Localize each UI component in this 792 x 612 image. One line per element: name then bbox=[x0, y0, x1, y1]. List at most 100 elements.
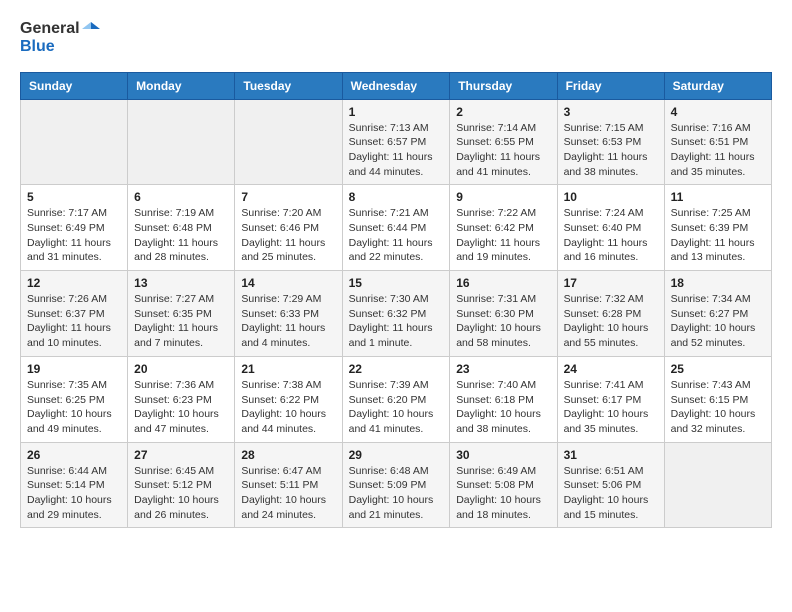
logo-bird-icon bbox=[82, 20, 100, 38]
calendar-cell: 16Sunrise: 7:31 AM Sunset: 6:30 PM Dayli… bbox=[450, 271, 557, 357]
calendar-cell: 29 Sunrise: 6:48 AM Sunset: 5:09 PM Dayli… bbox=[342, 442, 450, 528]
calendar-cell: 23 Sunrise: 7:40 AM Sunset: 6:18 PM Dayli… bbox=[450, 356, 557, 442]
calendar-cell bbox=[21, 99, 128, 185]
day-info: Sunrise: 7:41 AM Sunset: 6:17 PM Dayligh… bbox=[564, 379, 649, 435]
calendar-cell bbox=[664, 442, 771, 528]
day-info: Sunrise: 7:24 AM Sunset: 6:40 PM Dayligh… bbox=[564, 207, 648, 263]
calendar-cell: 4 Sunrise: 7:16 AM Sunset: 6:51 PM Daylig… bbox=[664, 99, 771, 185]
day-number: 20 bbox=[134, 362, 228, 376]
week-row-3: 12Sunrise: 7:26 AM Sunset: 6:37 PM Dayli… bbox=[21, 271, 772, 357]
day-info: Sunrise: 7:31 AM Sunset: 6:30 PM Dayligh… bbox=[456, 293, 541, 349]
calendar-cell: 20 Sunrise: 7:36 AM Sunset: 6:23 PM Dayli… bbox=[128, 356, 235, 442]
day-number: 30 bbox=[456, 448, 550, 462]
day-info: Sunrise: 7:27 AM Sunset: 6:35 PM Dayligh… bbox=[134, 293, 218, 349]
logo: General Blue bbox=[20, 20, 100, 56]
day-header-saturday: Saturday bbox=[664, 72, 771, 99]
calendar-cell: 1 Sunrise: 7:13 AM Sunset: 6:57 PM Daylig… bbox=[342, 99, 450, 185]
day-info: Sunrise: 6:51 AM Sunset: 5:06 PM Dayligh… bbox=[564, 465, 649, 521]
calendar-cell: 24 Sunrise: 7:41 AM Sunset: 6:17 PM Dayli… bbox=[557, 356, 664, 442]
calendar-cell: 11Sunrise: 7:25 AM Sunset: 6:39 PM Dayli… bbox=[664, 185, 771, 271]
day-number: 3 bbox=[564, 105, 658, 119]
calendar-cell bbox=[235, 99, 342, 185]
calendar-cell: 12Sunrise: 7:26 AM Sunset: 6:37 PM Dayli… bbox=[21, 271, 128, 357]
day-info: Sunrise: 7:32 AM Sunset: 6:28 PM Dayligh… bbox=[564, 293, 649, 349]
day-number: 9 bbox=[456, 190, 550, 204]
day-info: Sunrise: 7:25 AM Sunset: 6:39 PM Dayligh… bbox=[671, 207, 755, 263]
day-info: Sunrise: 7:17 AM Sunset: 6:49 PM Dayligh… bbox=[27, 207, 111, 263]
day-info: Sunrise: 6:44 AM Sunset: 5:14 PM Dayligh… bbox=[27, 465, 112, 521]
calendar-cell: 22 Sunrise: 7:39 AM Sunset: 6:20 PM Dayli… bbox=[342, 356, 450, 442]
calendar-cell: 19 Sunrise: 7:35 AM Sunset: 6:25 PM Dayli… bbox=[21, 356, 128, 442]
day-number: 27 bbox=[134, 448, 228, 462]
logo-blue: Blue bbox=[20, 38, 100, 56]
day-number: 21 bbox=[241, 362, 335, 376]
day-number: 15 bbox=[349, 276, 444, 290]
day-header-friday: Friday bbox=[557, 72, 664, 99]
day-info: Sunrise: 7:30 AM Sunset: 6:32 PM Dayligh… bbox=[349, 293, 433, 349]
day-info: Sunrise: 7:16 AM Sunset: 6:51 PM Dayligh… bbox=[671, 122, 755, 178]
day-info: Sunrise: 7:43 AM Sunset: 6:15 PM Dayligh… bbox=[671, 379, 756, 435]
week-row-1: 1 Sunrise: 7:13 AM Sunset: 6:57 PM Daylig… bbox=[21, 99, 772, 185]
day-number: 5 bbox=[27, 190, 121, 204]
calendar-cell: 7 Sunrise: 7:20 AM Sunset: 6:46 PM Daylig… bbox=[235, 185, 342, 271]
day-number: 14 bbox=[241, 276, 335, 290]
day-number: 22 bbox=[349, 362, 444, 376]
calendar-table: SundayMondayTuesdayWednesdayThursdayFrid… bbox=[20, 72, 772, 529]
calendar-cell: 27 Sunrise: 6:45 AM Sunset: 5:12 PM Dayli… bbox=[128, 442, 235, 528]
calendar-cell: 9 Sunrise: 7:22 AM Sunset: 6:42 PM Daylig… bbox=[450, 185, 557, 271]
day-header-monday: Monday bbox=[128, 72, 235, 99]
calendar-cell: 2 Sunrise: 7:14 AM Sunset: 6:55 PM Daylig… bbox=[450, 99, 557, 185]
page-header: General Blue bbox=[20, 20, 772, 56]
day-header-sunday: Sunday bbox=[21, 72, 128, 99]
week-row-2: 5 Sunrise: 7:17 AM Sunset: 6:49 PM Daylig… bbox=[21, 185, 772, 271]
day-number: 19 bbox=[27, 362, 121, 376]
day-number: 1 bbox=[349, 105, 444, 119]
calendar-cell: 15 Sunrise: 7:30 AM Sunset: 6:32 PM Dayli… bbox=[342, 271, 450, 357]
calendar-cell: 30 Sunrise: 6:49 AM Sunset: 5:08 PM Dayli… bbox=[450, 442, 557, 528]
day-number: 17 bbox=[564, 276, 658, 290]
calendar-cell: 18Sunrise: 7:34 AM Sunset: 6:27 PM Dayli… bbox=[664, 271, 771, 357]
day-info: Sunrise: 6:47 AM Sunset: 5:11 PM Dayligh… bbox=[241, 465, 326, 521]
day-header-tuesday: Tuesday bbox=[235, 72, 342, 99]
day-info: Sunrise: 7:34 AM Sunset: 6:27 PM Dayligh… bbox=[671, 293, 756, 349]
day-info: Sunrise: 7:39 AM Sunset: 6:20 PM Dayligh… bbox=[349, 379, 434, 435]
day-number: 24 bbox=[564, 362, 658, 376]
day-info: Sunrise: 7:14 AM Sunset: 6:55 PM Dayligh… bbox=[456, 122, 540, 178]
calendar-cell bbox=[128, 99, 235, 185]
day-info: Sunrise: 7:20 AM Sunset: 6:46 PM Dayligh… bbox=[241, 207, 325, 263]
week-row-5: 26 Sunrise: 6:44 AM Sunset: 5:14 PM Dayli… bbox=[21, 442, 772, 528]
calendar-cell: 5 Sunrise: 7:17 AM Sunset: 6:49 PM Daylig… bbox=[21, 185, 128, 271]
day-number: 7 bbox=[241, 190, 335, 204]
week-row-4: 19 Sunrise: 7:35 AM Sunset: 6:25 PM Dayli… bbox=[21, 356, 772, 442]
day-info: Sunrise: 7:22 AM Sunset: 6:42 PM Dayligh… bbox=[456, 207, 540, 263]
day-info: Sunrise: 7:40 AM Sunset: 6:18 PM Dayligh… bbox=[456, 379, 541, 435]
day-number: 8 bbox=[349, 190, 444, 204]
calendar-cell: 3 Sunrise: 7:15 AM Sunset: 6:53 PM Daylig… bbox=[557, 99, 664, 185]
day-info: Sunrise: 7:36 AM Sunset: 6:23 PM Dayligh… bbox=[134, 379, 219, 435]
day-number: 13 bbox=[134, 276, 228, 290]
days-header-row: SundayMondayTuesdayWednesdayThursdayFrid… bbox=[21, 72, 772, 99]
day-number: 26 bbox=[27, 448, 121, 462]
day-number: 4 bbox=[671, 105, 765, 119]
day-number: 29 bbox=[349, 448, 444, 462]
day-number: 10 bbox=[564, 190, 658, 204]
day-info: Sunrise: 6:49 AM Sunset: 5:08 PM Dayligh… bbox=[456, 465, 541, 521]
day-info: Sunrise: 7:38 AM Sunset: 6:22 PM Dayligh… bbox=[241, 379, 326, 435]
day-info: Sunrise: 6:48 AM Sunset: 5:09 PM Dayligh… bbox=[349, 465, 434, 521]
day-number: 31 bbox=[564, 448, 658, 462]
day-info: Sunrise: 6:45 AM Sunset: 5:12 PM Dayligh… bbox=[134, 465, 219, 521]
day-info: Sunrise: 7:35 AM Sunset: 6:25 PM Dayligh… bbox=[27, 379, 112, 435]
calendar-cell: 26 Sunrise: 6:44 AM Sunset: 5:14 PM Dayli… bbox=[21, 442, 128, 528]
day-number: 6 bbox=[134, 190, 228, 204]
day-number: 2 bbox=[456, 105, 550, 119]
calendar-cell: 21 Sunrise: 7:38 AM Sunset: 6:22 PM Dayli… bbox=[235, 356, 342, 442]
day-info: Sunrise: 7:15 AM Sunset: 6:53 PM Dayligh… bbox=[564, 122, 648, 178]
calendar-cell: 10 Sunrise: 7:24 AM Sunset: 6:40 PM Dayli… bbox=[557, 185, 664, 271]
day-info: Sunrise: 7:13 AM Sunset: 6:57 PM Dayligh… bbox=[349, 122, 433, 178]
calendar-cell: 31 Sunrise: 6:51 AM Sunset: 5:06 PM Dayli… bbox=[557, 442, 664, 528]
day-info: Sunrise: 7:19 AM Sunset: 6:48 PM Dayligh… bbox=[134, 207, 218, 263]
day-number: 25 bbox=[671, 362, 765, 376]
calendar-cell: 14Sunrise: 7:29 AM Sunset: 6:33 PM Dayli… bbox=[235, 271, 342, 357]
day-number: 23 bbox=[456, 362, 550, 376]
calendar-cell: 8Sunrise: 7:21 AM Sunset: 6:44 PM Daylig… bbox=[342, 185, 450, 271]
